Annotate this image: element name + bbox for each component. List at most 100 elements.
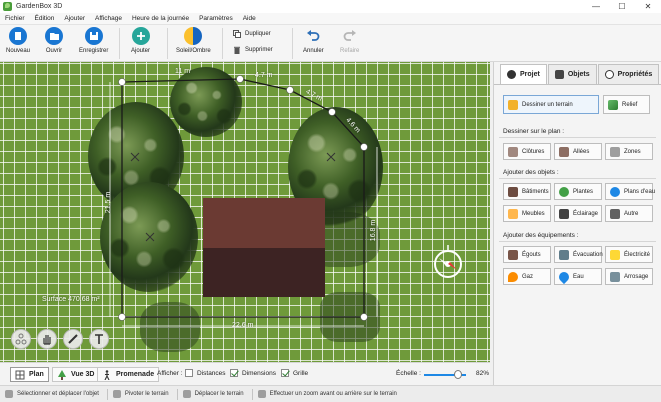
zones-label: Zones bbox=[624, 148, 641, 155]
hand-icon bbox=[43, 335, 51, 345]
new-button[interactable]: Nouveau bbox=[6, 27, 30, 54]
sewer-icon bbox=[508, 249, 518, 260]
menu-edit[interactable]: Édition bbox=[30, 15, 60, 22]
section-add-equipment: Ajouter des équipements : bbox=[503, 232, 579, 239]
menu-settings[interactable]: Paramètres bbox=[194, 15, 238, 22]
duplicate-label: Dupliquer bbox=[245, 31, 271, 37]
menu-help[interactable]: Aide bbox=[238, 15, 261, 22]
maximize-button[interactable]: ☐ bbox=[609, 0, 635, 13]
minimize-button[interactable]: — bbox=[583, 0, 609, 13]
scale-slider-handle[interactable] bbox=[454, 370, 463, 379]
undo-arrow-icon bbox=[304, 27, 322, 45]
gas-button[interactable]: Gaz bbox=[503, 268, 551, 285]
dimensions-checkbox[interactable]: Dimensions bbox=[230, 369, 276, 377]
select-tool-button[interactable] bbox=[11, 329, 31, 349]
garden-plan-canvas[interactable]: 11 m 4.7 m 4.7 m 4.6 m 21.5 m 16.8 m 22.… bbox=[0, 62, 490, 362]
dimension-top-a: 11 m bbox=[175, 68, 191, 75]
sprinkler-icon bbox=[610, 271, 620, 282]
sewers-button[interactable]: Égouts bbox=[503, 246, 551, 263]
zones-button[interactable]: Zones bbox=[605, 143, 653, 160]
section-draw-plan: Dessiner sur le plan : bbox=[503, 128, 565, 135]
surface-area-label: Surface 470.68 m² bbox=[42, 296, 100, 303]
sprinkler-label: Arrosage bbox=[624, 273, 649, 280]
scale-label: Échelle : bbox=[396, 370, 421, 377]
toolbar-divider bbox=[292, 28, 293, 59]
water-button[interactable]: Eau bbox=[554, 268, 602, 285]
view-3d-label: Vue 3D bbox=[71, 371, 95, 378]
add-button[interactable]: Ajouter bbox=[131, 27, 150, 54]
compass-rose-icon bbox=[434, 245, 462, 278]
view-3d-button[interactable]: Vue 3D bbox=[52, 367, 100, 382]
grid-checkbox[interactable]: Grille bbox=[281, 369, 308, 377]
status-bar: Sélectionner et déplacer l'objet Pivoter… bbox=[0, 385, 661, 402]
status-divider bbox=[176, 388, 178, 400]
text-tool-button[interactable] bbox=[89, 329, 109, 349]
view-walk-label: Promenade bbox=[116, 371, 155, 378]
drainage-button[interactable]: Évacuation bbox=[554, 246, 603, 263]
water-drop-icon bbox=[556, 269, 572, 284]
undo-button[interactable]: Annuler bbox=[303, 27, 324, 54]
buildings-button[interactable]: Bâtiments bbox=[503, 183, 551, 200]
compass[interactable] bbox=[431, 240, 465, 282]
scale-value: 82% bbox=[476, 370, 490, 377]
sprinkler-button[interactable]: Arrosage bbox=[605, 268, 653, 285]
other-button[interactable]: Autre bbox=[605, 205, 653, 222]
paths-button[interactable]: Allées bbox=[554, 143, 602, 160]
toolbar-divider bbox=[119, 28, 120, 59]
window-title: GardenBox 3D bbox=[16, 3, 63, 10]
furniture-button[interactable]: Meubles bbox=[503, 205, 551, 222]
plus-icon bbox=[131, 27, 150, 45]
draw-terrain-button[interactable]: Dessiner un terrain bbox=[503, 95, 599, 114]
lamp-icon bbox=[559, 208, 569, 219]
menu-add[interactable]: Ajouter bbox=[59, 15, 90, 22]
dimensions-checkbox-box[interactable] bbox=[230, 369, 238, 377]
view-plan-button[interactable]: Plan bbox=[10, 367, 49, 382]
new-document-icon bbox=[9, 27, 28, 45]
fences-button[interactable]: Clôtures bbox=[503, 143, 551, 160]
tab-project[interactable]: Projet bbox=[500, 64, 547, 84]
path-icon bbox=[559, 146, 569, 157]
tab-properties[interactable]: Propriétés bbox=[597, 64, 660, 84]
relief-button[interactable]: Relief bbox=[603, 95, 650, 114]
zone-icon bbox=[610, 146, 620, 157]
view-walk-button[interactable]: Promenade bbox=[97, 367, 160, 382]
furniture-label: Meubles bbox=[522, 210, 545, 217]
status-zoom-text: Effectuer un zoom avant ou arrière sur l… bbox=[269, 391, 397, 397]
status-move-hint: Déplacer le terrain bbox=[182, 390, 244, 398]
sewers-label: Égouts bbox=[522, 251, 541, 258]
walking-person-icon bbox=[104, 369, 110, 380]
mouse-wheel-icon bbox=[257, 390, 266, 398]
menu-file[interactable]: Fichier bbox=[0, 15, 30, 22]
tab-objects[interactable]: Objets bbox=[547, 64, 597, 84]
save-button[interactable]: Enregistrer bbox=[79, 27, 108, 54]
redo-arrow-icon bbox=[341, 27, 359, 45]
distances-checkbox[interactable]: Distances bbox=[185, 369, 226, 377]
water-features-button[interactable]: Plans d'eau bbox=[605, 183, 655, 200]
dimension-left: 21.5 m bbox=[105, 191, 113, 214]
toolbar-divider bbox=[222, 28, 223, 59]
open-button[interactable]: Ouvrir bbox=[45, 27, 63, 54]
mouse-left-icon bbox=[5, 390, 13, 398]
pan-tool-button[interactable] bbox=[37, 329, 57, 349]
electricity-button[interactable]: Électricité bbox=[605, 246, 653, 263]
open-folder-icon bbox=[45, 27, 63, 45]
distances-checkbox-box[interactable] bbox=[185, 369, 193, 377]
distances-label: Distances bbox=[197, 369, 226, 377]
grid-checkbox-box[interactable] bbox=[281, 369, 289, 377]
lighting-button[interactable]: Éclairage bbox=[554, 205, 602, 222]
duplicate-button[interactable]: Dupliquer bbox=[233, 30, 271, 38]
status-zoom-hint: Effectuer un zoom avant ou arrière sur l… bbox=[257, 390, 397, 398]
menu-view[interactable]: Affichage bbox=[90, 15, 127, 22]
terrain-outline[interactable] bbox=[0, 62, 490, 362]
close-button[interactable]: ✕ bbox=[635, 0, 661, 13]
toolbar-divider bbox=[167, 28, 168, 59]
measure-tool-button[interactable] bbox=[63, 329, 83, 349]
delete-button[interactable]: Supprimer bbox=[233, 46, 273, 54]
redo-button[interactable]: Refaire bbox=[340, 27, 359, 54]
menu-time-of-day[interactable]: Heure de la journée bbox=[127, 15, 194, 22]
menu-bar: Fichier Édition Ajouter Affichage Heure … bbox=[0, 13, 661, 25]
sun-shade-button[interactable]: Soleil/Ombre bbox=[176, 27, 211, 54]
open-label: Ouvrir bbox=[45, 48, 63, 54]
plants-button[interactable]: Plantes bbox=[554, 183, 602, 200]
draw-terrain-label: Dessiner un terrain bbox=[522, 101, 573, 108]
